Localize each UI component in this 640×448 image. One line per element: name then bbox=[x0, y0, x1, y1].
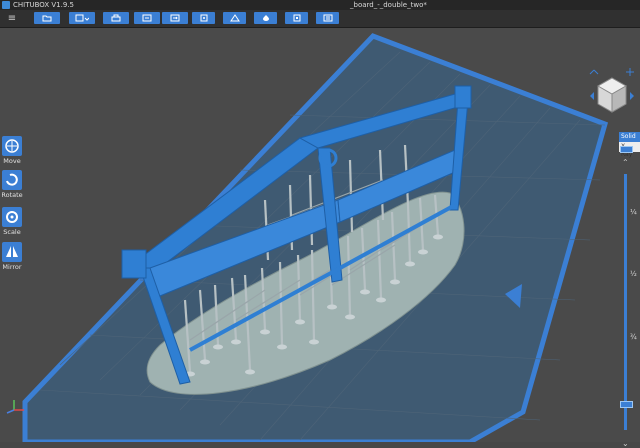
settings-button[interactable] bbox=[192, 12, 215, 24]
print-job-button[interactable] bbox=[103, 12, 129, 24]
main-toolbar: ≡ bbox=[0, 10, 640, 28]
move-icon[interactable] bbox=[2, 136, 22, 156]
hollow-button[interactable] bbox=[254, 12, 277, 24]
scale-icon[interactable] bbox=[2, 207, 22, 227]
view-home-icon bbox=[626, 68, 634, 76]
view-right-arrow-icon bbox=[630, 92, 634, 100]
hamburger-icon[interactable]: ≡ bbox=[5, 12, 19, 25]
export-button[interactable] bbox=[162, 12, 188, 24]
boolean-icon bbox=[293, 14, 300, 22]
solid-view-button[interactable]: Solid bbox=[619, 132, 640, 142]
move-label: Move bbox=[3, 157, 21, 165]
move-tool[interactable]: Move bbox=[0, 136, 24, 165]
save-icon bbox=[75, 14, 89, 22]
slider-tick-three-quarter: ¾ bbox=[630, 333, 637, 341]
slice-icon bbox=[323, 14, 332, 22]
axis-gizmo bbox=[6, 400, 24, 414]
view-left-arrow-icon bbox=[590, 92, 594, 100]
boolean-button[interactable] bbox=[285, 12, 308, 24]
rotate-label: Rotate bbox=[1, 191, 23, 199]
folder-icon bbox=[42, 15, 52, 22]
sign-cap-right bbox=[454, 85, 472, 109]
mirror-tool[interactable]: Mirror bbox=[0, 242, 24, 271]
slider-up-arrow-icon[interactable]: ⌃ bbox=[622, 158, 629, 167]
print-scene[interactable] bbox=[0, 28, 640, 442]
rotate-tool[interactable]: Rotate bbox=[0, 170, 24, 199]
slice-button[interactable] bbox=[316, 12, 339, 24]
open-file-button[interactable] bbox=[34, 12, 60, 24]
build-plate bbox=[22, 33, 609, 442]
document-title: _board_-_double_two* bbox=[350, 1, 427, 9]
view-cube[interactable] bbox=[586, 64, 638, 120]
layer-slider-bottom-handle[interactable] bbox=[620, 401, 633, 408]
save-file-button[interactable] bbox=[69, 12, 95, 24]
mirror-icon[interactable] bbox=[2, 242, 22, 262]
import-button[interactable] bbox=[134, 12, 160, 24]
layer-slider-track[interactable] bbox=[624, 174, 627, 430]
slider-tick-half: ½ bbox=[630, 270, 637, 278]
layout-icon bbox=[229, 14, 240, 22]
title-bar: CHITUBOX V1.9.5 _board_-_double_two* bbox=[0, 0, 640, 10]
scale-tool[interactable]: Scale bbox=[0, 207, 24, 236]
sign-cap-left bbox=[121, 249, 147, 279]
import-icon bbox=[142, 14, 152, 22]
z-axis-icon bbox=[6, 409, 15, 414]
scale-label: Scale bbox=[3, 228, 21, 236]
app-logo-icon bbox=[2, 1, 10, 9]
3d-viewport[interactable]: Move Rotate Scale Mirror Solid X-Ray ⌃ bbox=[0, 28, 640, 448]
settings-icon bbox=[200, 14, 207, 22]
printer-icon bbox=[111, 14, 121, 22]
layer-slider-top-handle[interactable] bbox=[620, 146, 633, 153]
rotate-icon[interactable] bbox=[2, 170, 22, 190]
mirror-label: Mirror bbox=[2, 263, 22, 271]
slider-tick-quarter: ¼ bbox=[630, 208, 637, 216]
hollow-icon bbox=[262, 15, 269, 21]
view-top-arrow-icon bbox=[589, 69, 599, 75]
export-icon bbox=[170, 14, 180, 22]
slider-down-arrow-icon[interactable]: ⌄ bbox=[622, 439, 629, 448]
layout-button[interactable] bbox=[223, 12, 246, 24]
app-name: CHITUBOX V1.9.5 bbox=[13, 1, 74, 9]
